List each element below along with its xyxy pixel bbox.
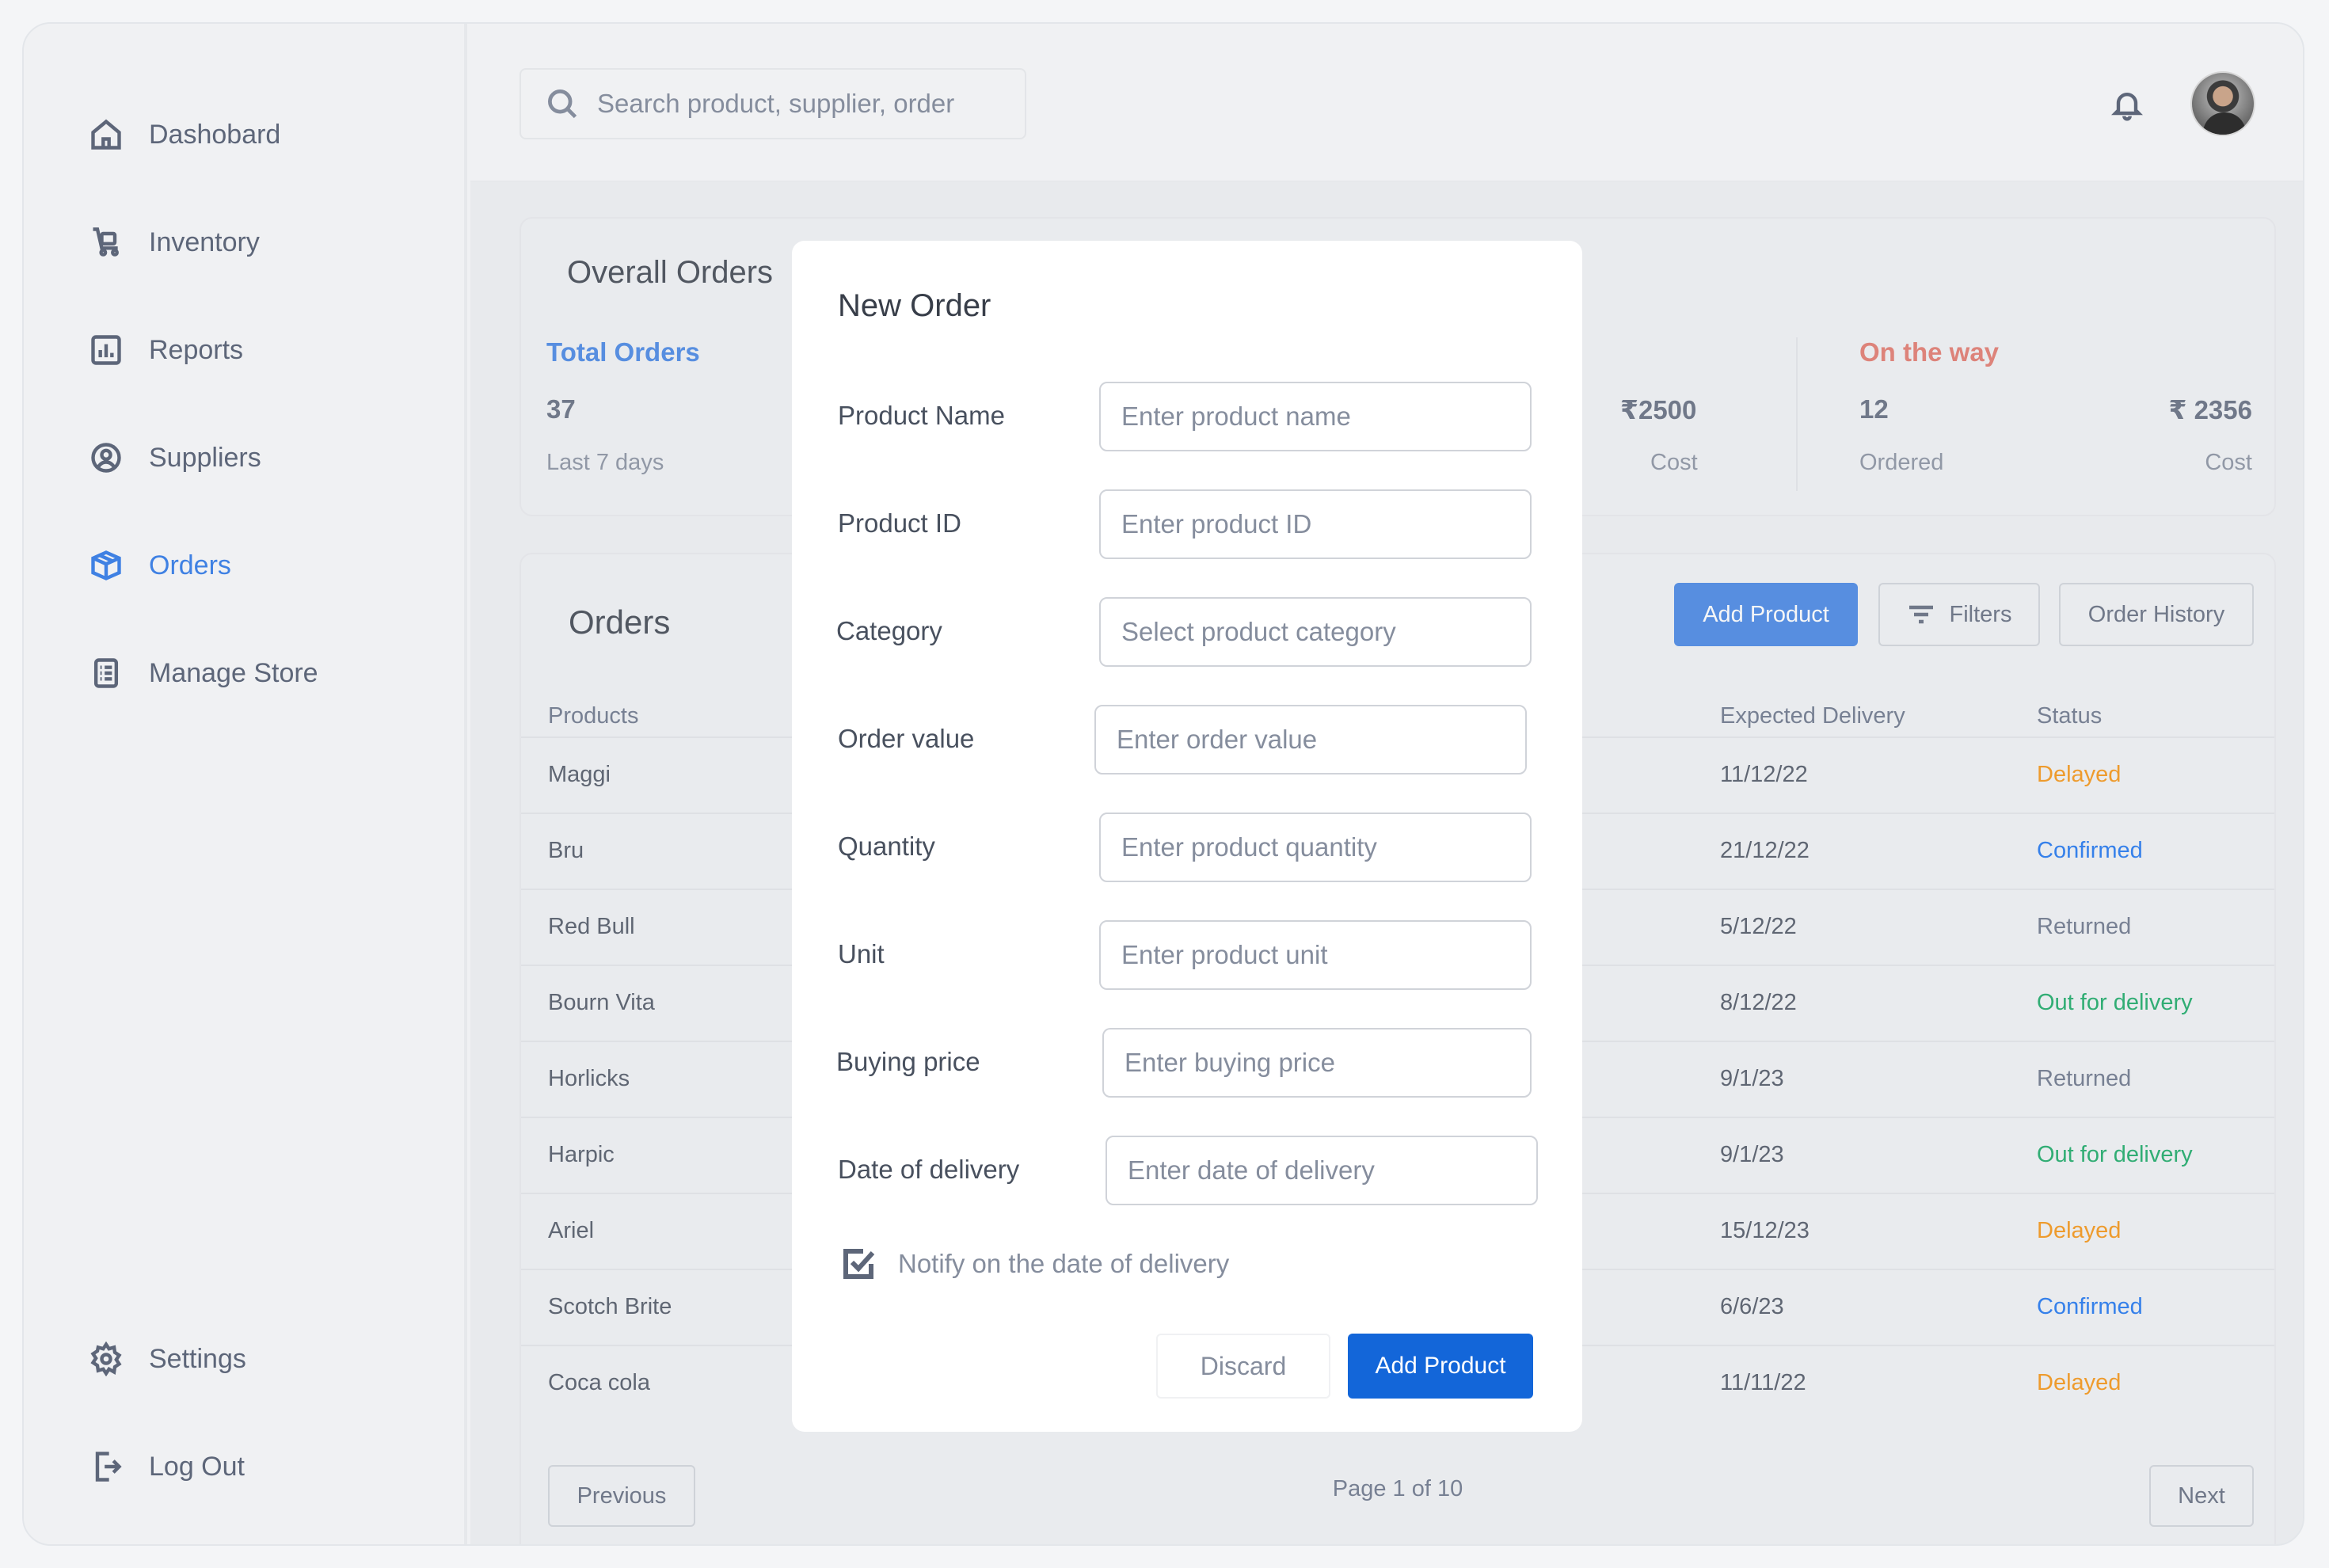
unit-label: Unit [838, 939, 885, 969]
app-window: Dashobard Inventory Reports Suppliers Or… [22, 22, 2304, 1546]
sidebar-item-suppliers[interactable]: Suppliers [89, 440, 261, 475]
unit-input[interactable] [1099, 920, 1532, 990]
sidebar-item-label: Settings [149, 1343, 246, 1374]
sidebar-item-label: Inventory [149, 226, 260, 257]
avatar[interactable] [2190, 71, 2255, 136]
trolley-icon [93, 227, 119, 257]
sidebar-item-reports[interactable]: Reports [89, 333, 243, 367]
sidebar-item-settings[interactable]: Settings [89, 1342, 246, 1376]
quantity-label: Quantity [838, 832, 935, 861]
user-circle-icon [91, 443, 121, 473]
sidebar-item-inventory[interactable]: Inventory [89, 225, 260, 260]
sidebar-item-label: Dashobard [149, 119, 281, 150]
sidebar-item-logout[interactable]: Log Out [89, 1449, 245, 1484]
category-label: Category [836, 616, 942, 645]
discard-button-label: Discard [1200, 1351, 1287, 1380]
sidebar-item-label: Orders [149, 550, 231, 580]
sidebar: Dashobard Inventory Reports Suppliers Or… [24, 24, 467, 1544]
home-icon [91, 119, 121, 150]
sidebar-item-label: Manage Store [149, 657, 318, 688]
bell-icon [2111, 93, 2143, 121]
quantity-input[interactable] [1099, 813, 1532, 882]
search-input[interactable] [597, 89, 1009, 119]
order-value-input[interactable] [1094, 705, 1527, 774]
product-name-label: Product Name [838, 401, 1005, 430]
clipboard-icon [93, 658, 119, 688]
discard-button[interactable]: Discard [1156, 1334, 1330, 1399]
notify-checkbox-row[interactable]: Notify on the date of delivery [839, 1245, 1229, 1283]
new-order-modal: New Order Product Name Product ID Catego… [792, 241, 1582, 1432]
top-header [470, 24, 2303, 182]
sidebar-item-orders[interactable]: Orders [89, 548, 231, 583]
search-icon [548, 89, 577, 119]
category-select[interactable] [1099, 597, 1532, 667]
product-id-label: Product ID [838, 508, 961, 538]
modal-add-product-button[interactable]: Add Product [1348, 1334, 1533, 1399]
product-id-input[interactable] [1099, 489, 1532, 559]
sidebar-item-label: Reports [149, 334, 244, 365]
sidebar-item-label: Suppliers [149, 442, 261, 473]
date-of-delivery-input[interactable] [1106, 1136, 1538, 1205]
product-name-input[interactable] [1099, 382, 1532, 451]
sidebar-item-manage-store[interactable]: Manage Store [89, 656, 318, 691]
bar-chart-icon [91, 335, 121, 365]
search-box[interactable] [519, 68, 1026, 139]
sidebar-item-dashboard[interactable]: Dashobard [89, 117, 280, 152]
order-value-label: Order value [838, 724, 975, 753]
notifications-button[interactable] [2110, 86, 2144, 124]
box-icon [91, 550, 121, 580]
modal-add-product-button-label: Add Product [1375, 1353, 1506, 1379]
sidebar-item-label: Log Out [149, 1451, 245, 1482]
buying-price-input[interactable] [1102, 1028, 1532, 1098]
notify-label: Notify on the date of delivery [898, 1249, 1230, 1278]
checkbox-checked-icon[interactable] [839, 1245, 877, 1283]
modal-title: New Order [838, 288, 991, 323]
date-of-delivery-label: Date of delivery [838, 1155, 1020, 1184]
buying-price-label: Buying price [836, 1047, 980, 1076]
gear-icon [90, 1342, 122, 1376]
logout-icon [95, 1452, 122, 1482]
